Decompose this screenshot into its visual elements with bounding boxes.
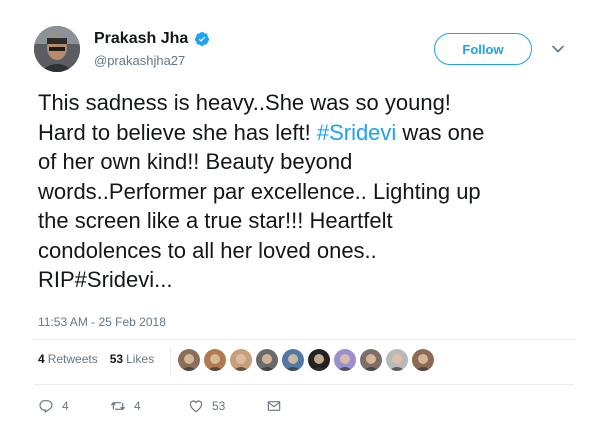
liker-avatar-8[interactable]: [360, 349, 382, 371]
direct-message-button[interactable]: [266, 398, 282, 414]
liker-avatar-1[interactable]: [178, 349, 200, 371]
retweet-button[interactable]: 4: [110, 398, 188, 414]
reply-count: 4: [62, 399, 69, 413]
likes-label: Likes: [126, 352, 155, 366]
liker-avatar-4[interactable]: [256, 349, 278, 371]
heart-icon: [189, 400, 203, 413]
reply-icon: [39, 400, 53, 413]
author-name-row: Prakash Jha: [94, 30, 210, 48]
mail-icon: [267, 401, 281, 411]
author-handle[interactable]: @prakashjha27: [94, 53, 185, 68]
like-button[interactable]: 53: [188, 398, 266, 414]
liker-avatar-7[interactable]: [334, 349, 356, 371]
tweet-text-part: was one of her own kind!! Beauty beyond …: [38, 119, 485, 293]
retweet-icon: [111, 402, 125, 410]
retweets-stat[interactable]: 4 Retweets: [38, 352, 98, 366]
retweet-count: 4: [134, 399, 141, 413]
stats-separator: [170, 347, 171, 375]
tweet-timestamp[interactable]: 11:53 AM - 25 Feb 2018: [38, 315, 166, 329]
likes-count: 53: [109, 352, 124, 366]
liker-avatar-10[interactable]: [412, 349, 434, 371]
liker-avatar-9[interactable]: [386, 349, 408, 371]
retweets-label: Retweets: [47, 352, 98, 366]
reply-button[interactable]: 4: [38, 398, 110, 414]
author-avatar[interactable]: [34, 26, 80, 72]
divider-top: [34, 339, 574, 340]
engagement-stats: 4 Retweets 53 Likes: [38, 352, 166, 366]
author-display-name[interactable]: Prakash Jha: [94, 30, 188, 48]
liker-avatar-6[interactable]: [308, 349, 330, 371]
chevron-down-icon[interactable]: [551, 42, 565, 56]
liker-avatar-5[interactable]: [282, 349, 304, 371]
tweet-text: This sadness is heavy..She was so young!…: [38, 88, 568, 295]
divider-bottom: [34, 384, 574, 385]
action-bar: 4 4 53: [38, 398, 282, 414]
likers-avatars: [178, 349, 438, 371]
retweets-count: 4: [38, 352, 45, 366]
likes-stat[interactable]: 53 Likes: [110, 352, 154, 366]
like-count: 53: [212, 399, 226, 413]
liker-avatar-3[interactable]: [230, 349, 252, 371]
avatar-image: [34, 26, 80, 72]
tweet-card: Prakash Jha @prakashjha27 Follow This sa…: [0, 0, 600, 444]
follow-button[interactable]: Follow: [434, 33, 532, 65]
liker-avatar-2[interactable]: [204, 349, 226, 371]
hashtag-link[interactable]: #Sridevi: [317, 120, 396, 145]
verified-badge-icon: [195, 32, 210, 46]
